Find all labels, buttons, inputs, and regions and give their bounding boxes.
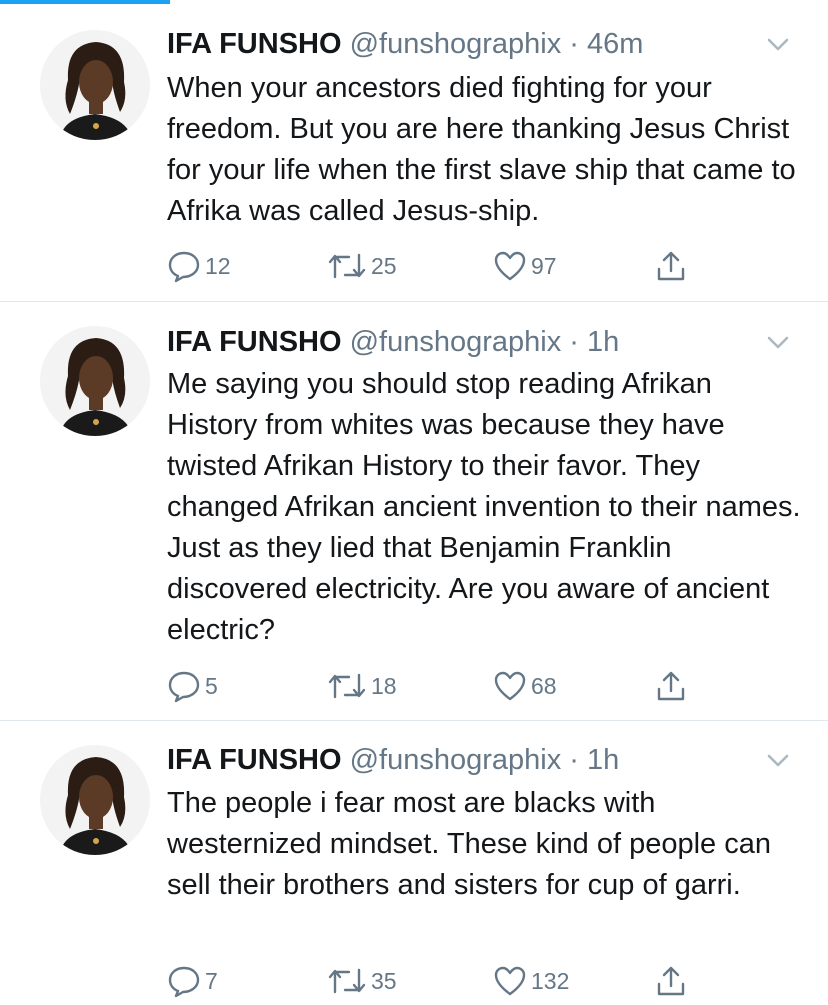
user-handle[interactable]: @funshographix — [350, 326, 562, 358]
share-icon — [657, 966, 685, 996]
like-count: 68 — [531, 672, 557, 699]
reply-icon — [168, 966, 200, 998]
retweet-count: 25 — [371, 252, 397, 279]
display-name[interactable]: IFA FUNSHO — [167, 744, 342, 776]
tweet-text: Me saying you should stop reading Afrika… — [167, 368, 801, 646]
reply-button[interactable]: 5 — [167, 668, 218, 704]
display-name[interactable]: IFA FUNSHO — [167, 28, 342, 60]
share-button[interactable] — [654, 248, 688, 284]
separator-dot: · — [569, 744, 579, 776]
heart-icon — [494, 671, 526, 701]
timestamp[interactable]: 1h — [587, 326, 619, 358]
share-button[interactable] — [654, 963, 688, 999]
retweet-button[interactable]: 35 — [327, 963, 397, 999]
tweet[interactable]: IFA FUNSHO @funshographix · 1h Me saying… — [0, 302, 828, 721]
like-count: 132 — [531, 967, 570, 994]
tweet-header: IFA FUNSHO @funshographix · 1h — [167, 324, 619, 360]
share-button[interactable] — [654, 668, 688, 704]
heart-icon — [494, 966, 526, 996]
reply-icon — [168, 251, 200, 283]
retweet-count: 35 — [371, 967, 397, 994]
retweet-icon — [328, 673, 366, 699]
share-icon — [657, 671, 685, 701]
timestamp[interactable]: 1h — [587, 744, 619, 776]
chevron-down-icon[interactable] — [764, 30, 792, 58]
retweet-icon — [328, 968, 366, 994]
heart-icon — [494, 251, 526, 281]
tweet[interactable]: IFA FUNSHO @funshographix · 1h The peopl… — [0, 721, 828, 1005]
share-icon — [657, 251, 685, 281]
user-handle[interactable]: @funshographix — [350, 28, 562, 60]
like-button[interactable]: 132 — [493, 963, 569, 999]
like-button[interactable]: 97 — [493, 248, 557, 284]
tweet-actions: 12 25 97 — [167, 248, 727, 284]
tweet-text: When your ancestors died fighting for yo… — [167, 72, 796, 227]
tweet-header: IFA FUNSHO @funshographix · 1h — [167, 742, 619, 778]
reply-icon — [168, 671, 200, 703]
avatar[interactable] — [40, 745, 150, 855]
like-button[interactable]: 68 — [493, 668, 557, 704]
separator-dot: · — [569, 28, 579, 60]
tweet-header: IFA FUNSHO @funshographix · 46m — [167, 26, 643, 62]
reply-count: 12 — [205, 252, 231, 279]
display-name[interactable]: IFA FUNSHO — [167, 326, 342, 358]
timestamp[interactable]: 46m — [587, 28, 643, 60]
retweet-count: 18 — [371, 672, 397, 699]
reply-button[interactable]: 7 — [167, 963, 218, 999]
avatar[interactable] — [40, 326, 150, 436]
chevron-down-icon[interactable] — [764, 746, 792, 774]
retweet-button[interactable]: 25 — [327, 248, 397, 284]
tweet-actions: 5 18 68 — [167, 668, 727, 704]
tweet-text: The people i fear most are blacks with w… — [167, 787, 771, 901]
reply-count: 5 — [205, 672, 218, 699]
retweet-icon — [328, 253, 366, 279]
separator-dot: · — [569, 326, 579, 358]
tweet-actions: 7 35 132 — [167, 963, 727, 999]
avatar[interactable] — [40, 30, 150, 140]
user-handle[interactable]: @funshographix — [350, 744, 562, 776]
chevron-down-icon[interactable] — [764, 328, 792, 356]
reply-count: 7 — [205, 967, 218, 994]
tweet[interactable]: IFA FUNSHO @funshographix · 46m When you… — [0, 0, 828, 302]
like-count: 97 — [531, 252, 557, 279]
reply-button[interactable]: 12 — [167, 248, 231, 284]
retweet-button[interactable]: 18 — [327, 668, 397, 704]
